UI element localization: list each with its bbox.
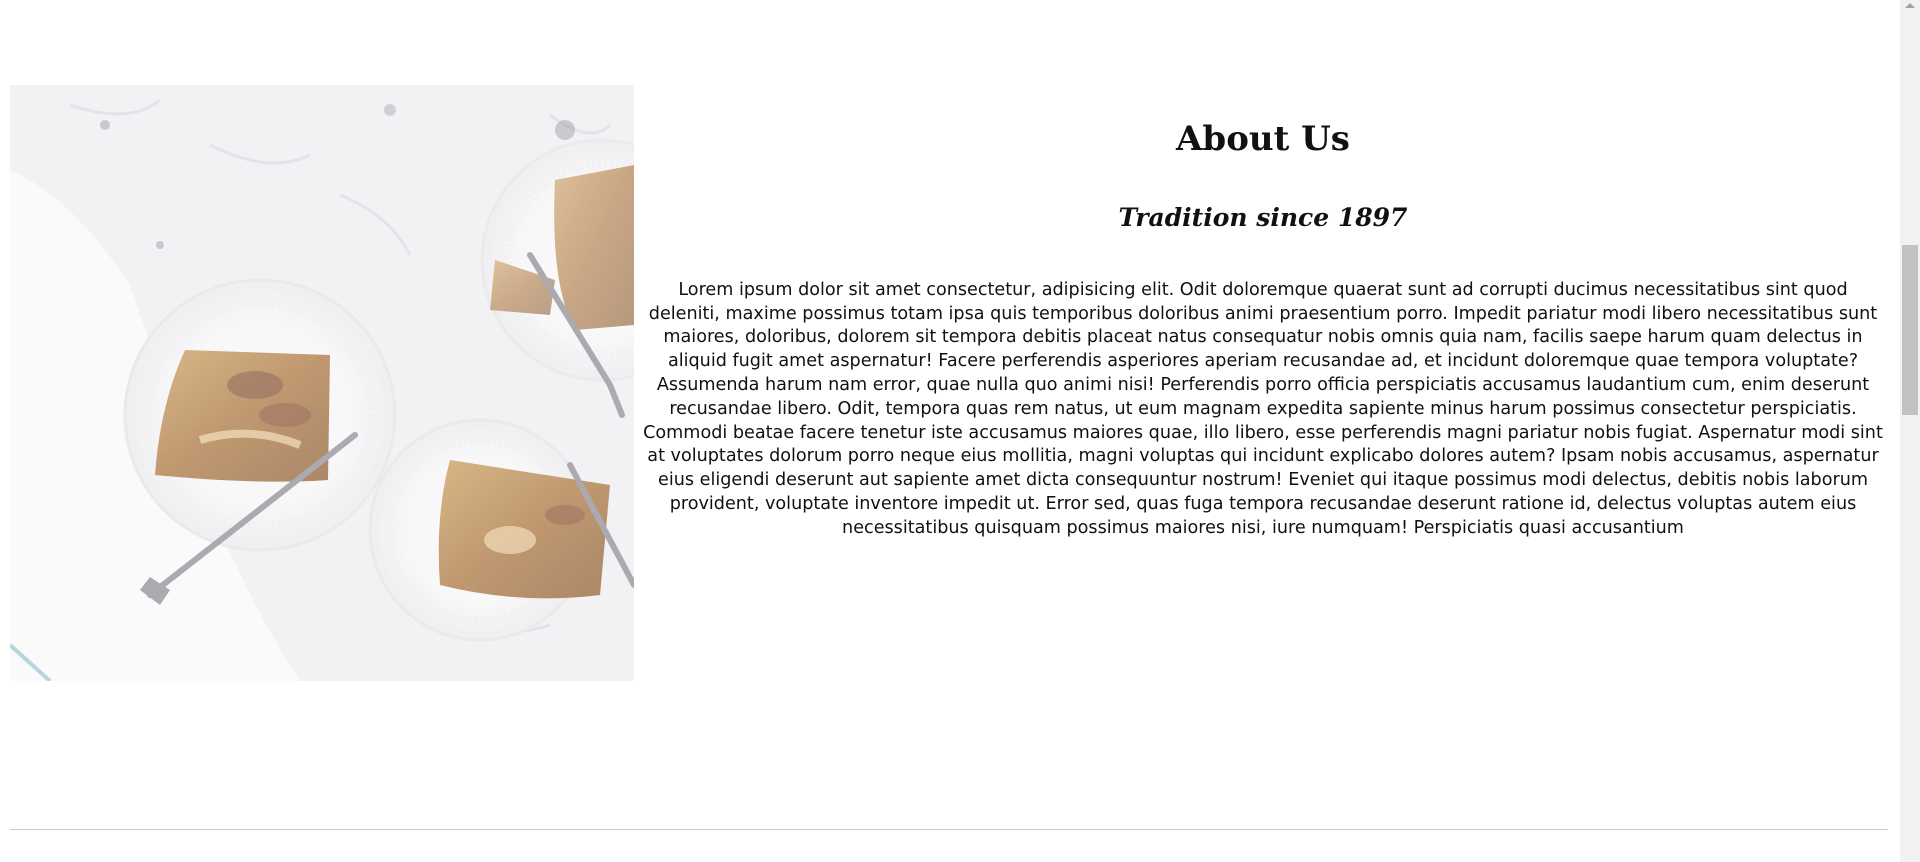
about-subtitle: Tradition since 1897 [1118, 203, 1408, 233]
scroll-thumb[interactable] [1902, 245, 1918, 415]
about-text: About Us Tradition since 1897 Lorem ipsu… [638, 85, 1888, 541]
scroll-up-arrow-icon[interactable] [1905, 3, 1915, 8]
section-divider [10, 829, 1888, 830]
vertical-scrollbar[interactable] [1900, 0, 1920, 862]
page: About Us Tradition since 1897 Lorem ipsu… [0, 0, 1898, 862]
about-body: Lorem ipsum dolor sit amet consectetur, … [643, 279, 1883, 538]
about-image [10, 85, 634, 681]
about-title: About Us [1176, 119, 1350, 159]
galette-photo [10, 85, 634, 681]
about-section: About Us Tradition since 1897 Lorem ipsu… [10, 85, 1888, 681]
